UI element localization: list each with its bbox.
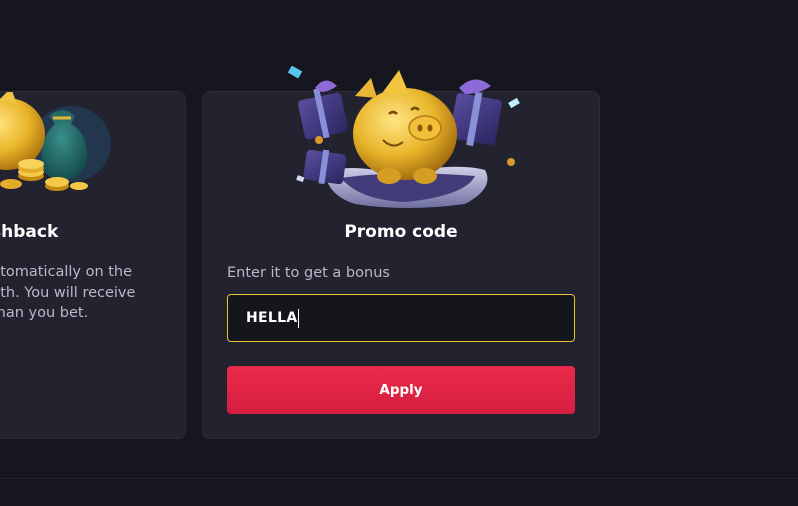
piggy-bank-with-gifts-icon [287,66,520,208]
apply-button[interactable]: Apply [227,366,575,414]
footer-divider [0,478,798,479]
promo-code-hint: Enter it to get a bonus [227,265,390,281]
piggy-bank-with-coins-icon [0,92,111,191]
bonus-page: shback utomatically on the nth. You will… [0,0,798,506]
promo-code-input[interactable]: HELLA [227,294,575,342]
cashback-title: shback [0,222,59,242]
cashback-description: utomatically on the nth. You will receiv… [0,262,185,324]
cashback-description-line: than you bet. [0,305,89,321]
cashback-card: shback utomatically on the nth. You will… [0,91,186,439]
cashback-description-line: nth. You will receive [0,284,136,301]
cashback-description-line: utomatically on the [0,264,133,280]
promo-code-input-value: HELLA [246,310,298,326]
promo-code-card: Promo code Enter it to get a bonus HELLA… [202,66,600,439]
promo-code-title: Promo code [344,222,458,242]
text-caret [298,308,300,328]
